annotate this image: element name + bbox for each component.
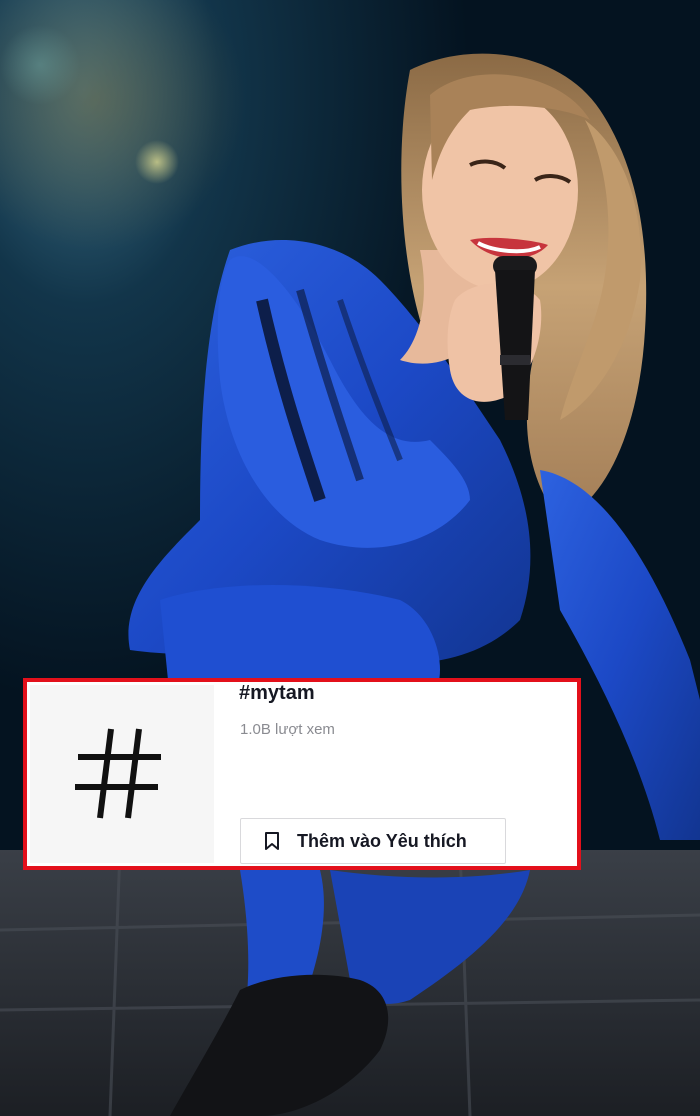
view-count: 1.0B lượt xem <box>240 721 335 738</box>
add-to-favorites-button[interactable]: Thêm vào Yêu thích <box>240 818 506 864</box>
add-to-favorites-label: Thêm vào Yêu thích <box>297 830 467 851</box>
hashtag-info: #mytam 1.0B lượt xem Thêm vào Yêu thích <box>235 682 577 866</box>
hashtag-icon <box>75 728 161 819</box>
hashtag-title: #mytam <box>239 682 315 704</box>
performer-photo <box>0 0 700 1116</box>
hashtag-card[interactable]: #mytam 1.0B lượt xem Thêm vào Yêu thích <box>23 678 581 870</box>
bookmark-icon <box>261 830 283 852</box>
stage-photo <box>0 0 700 1116</box>
hashtag-thumbnail <box>30 685 214 863</box>
